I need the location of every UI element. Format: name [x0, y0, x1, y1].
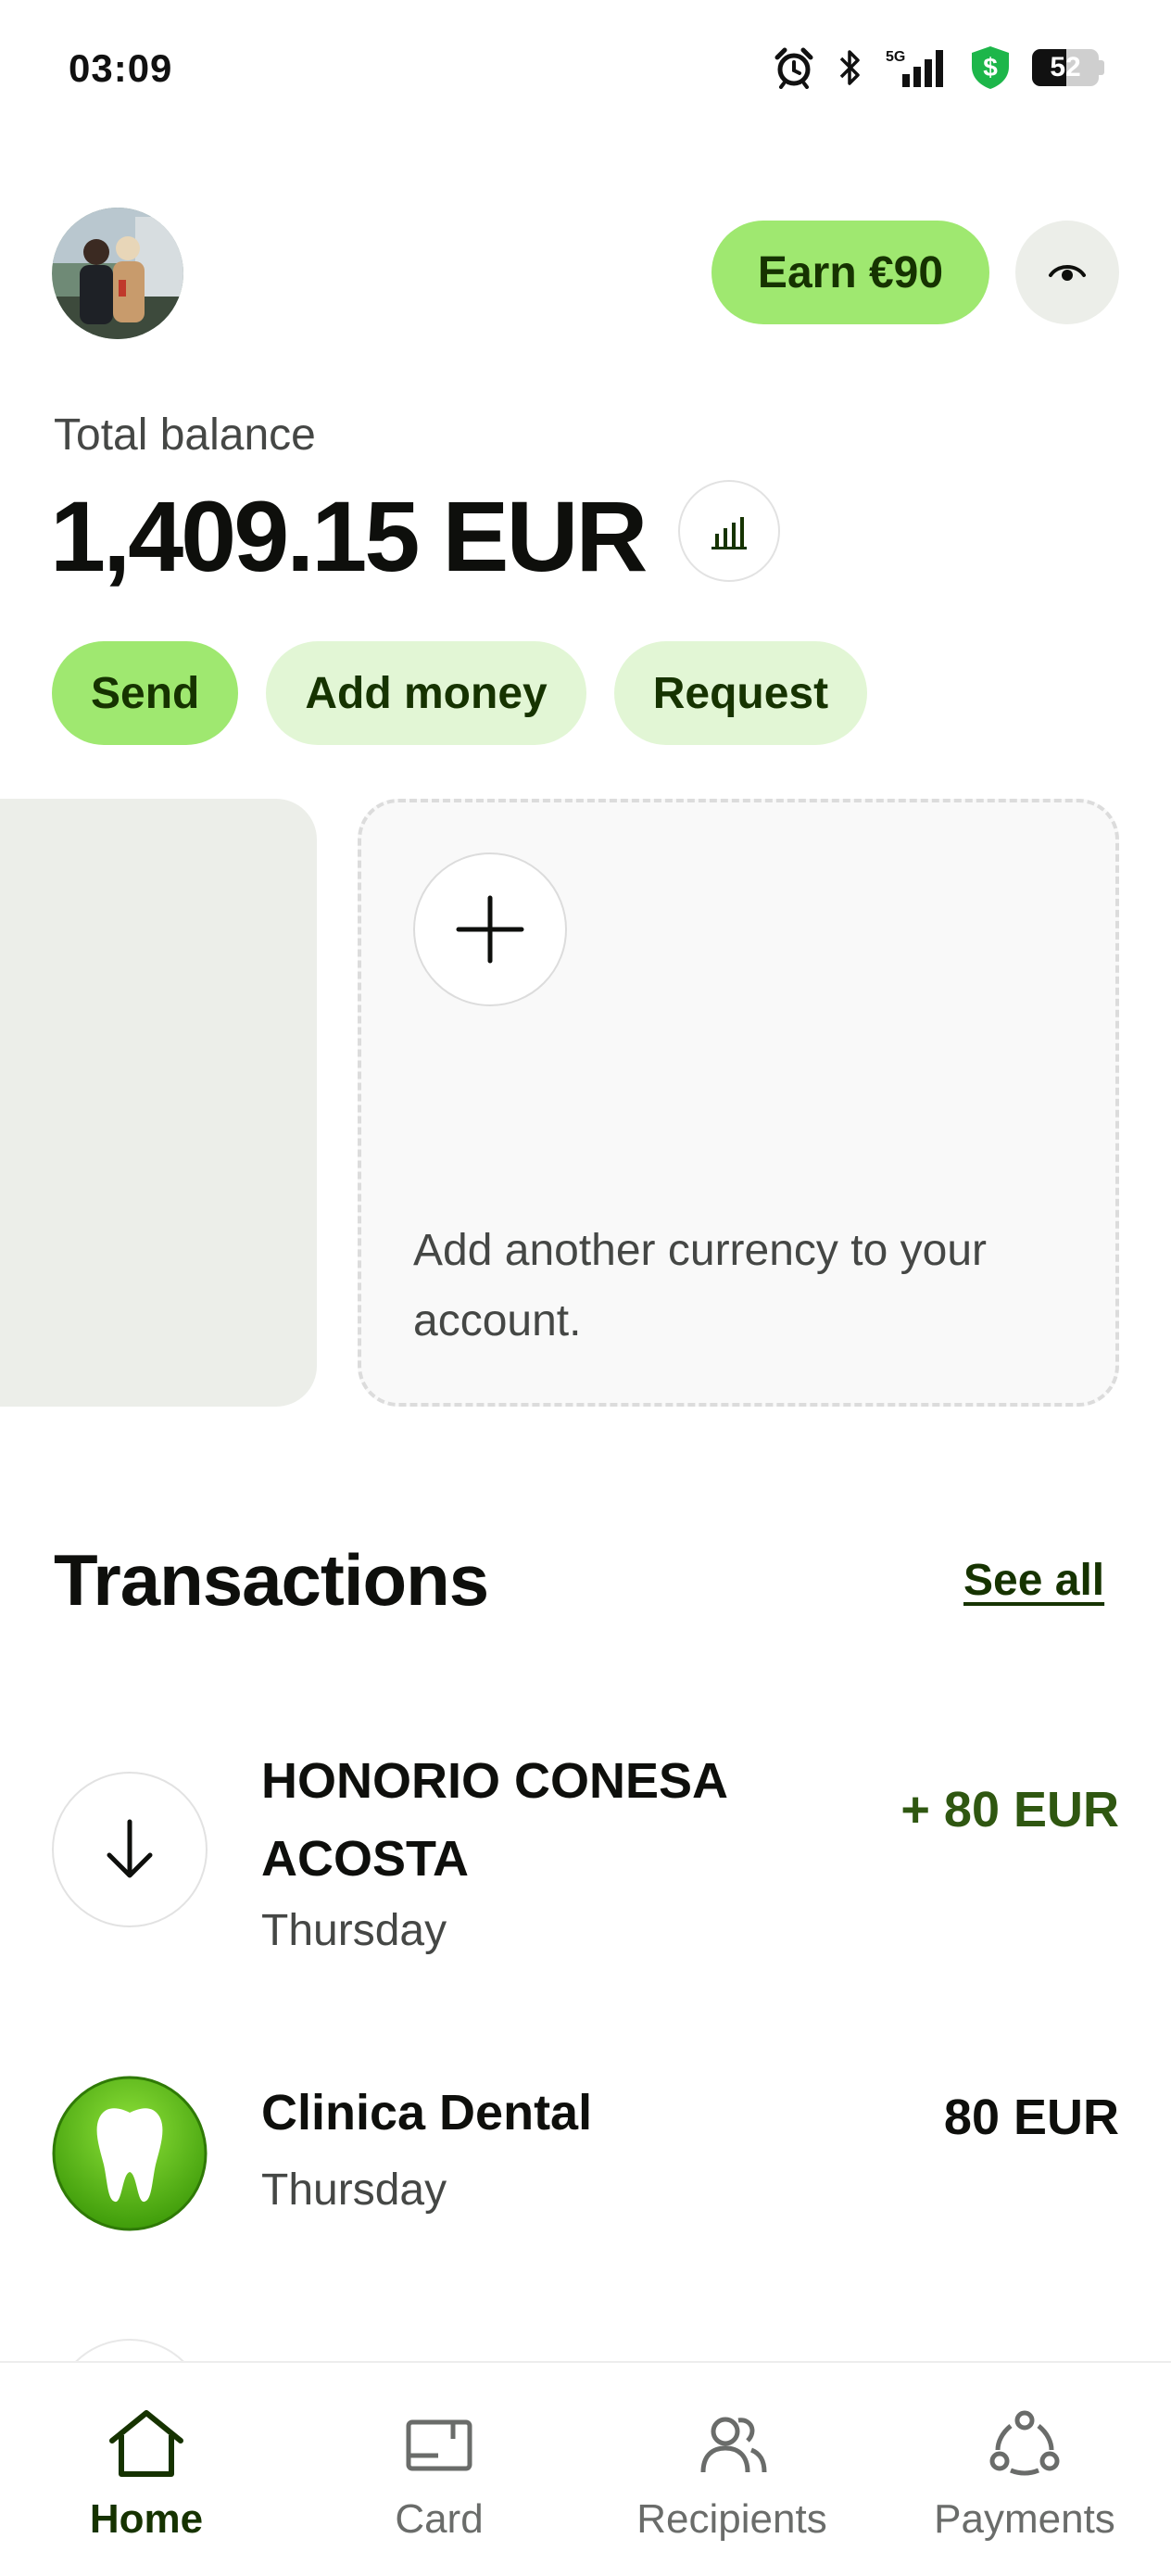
nav-card-label: Card	[395, 2496, 484, 2542]
earn-referral-button[interactable]: Earn €90	[711, 221, 989, 324]
signal-5g-icon: 5G	[886, 49, 943, 87]
transaction-row[interactable]: Clinica Dental Thursday 80 EUR	[0, 2076, 1171, 2242]
status-icons: 5G $ 52	[773, 43, 1104, 93]
nav-recipients[interactable]: Recipients	[586, 2363, 878, 2576]
transactions-title: Transactions	[54, 1539, 489, 1621]
balance-label: Total balance	[54, 410, 316, 460]
nav-recipients-label: Recipients	[636, 2496, 827, 2542]
profile-avatar[interactable]	[52, 208, 183, 339]
arrow-down-icon	[107, 1819, 153, 1878]
tooth-icon	[52, 2076, 208, 2231]
transaction-name: HONORIO CONESA ACOSTA	[261, 1753, 727, 1887]
see-all-link[interactable]: See all	[963, 1555, 1104, 1606]
transaction-amount: 80 EUR	[943, 2090, 1119, 2145]
currency-card-eur[interactable]	[0, 799, 317, 1407]
transaction-name: Clinica Dental	[261, 2085, 593, 2140]
svg-text:$: $	[983, 53, 998, 82]
request-button[interactable]: Request	[613, 641, 868, 745]
send-button[interactable]: Send	[52, 641, 239, 745]
transaction-amount: + 80 EUR	[900, 1782, 1119, 1837]
card-icon	[406, 2419, 472, 2471]
merchant-logo	[52, 2076, 208, 2231]
transaction-date: Thursday	[261, 2166, 447, 2215]
svg-text:5G: 5G	[886, 49, 905, 65]
transaction-date: Thursday	[261, 1906, 447, 1955]
battery-level: 52	[1050, 52, 1081, 82]
vpn-shield-icon: $	[972, 46, 1009, 89]
transaction-row[interactable]: HONORIO CONESA ACOSTA Thursday + 80 EUR	[0, 1742, 1171, 1974]
bluetooth-icon	[839, 50, 860, 85]
battery-icon: 52	[1032, 49, 1104, 86]
add-currency-plus-button[interactable]	[413, 852, 567, 1006]
hide-balance-button[interactable]	[1015, 221, 1119, 324]
bottom-navigation: Home Card Recipients Payments	[0, 2361, 1171, 2576]
add-money-button[interactable]: Add money	[266, 641, 586, 745]
status-bar: 03:09 5G $ 52	[0, 0, 1171, 139]
add-currency-card[interactable]: Add another currency to your account.	[358, 799, 1119, 1407]
balance-amount: 1,409.15 EUR	[50, 480, 648, 592]
nav-payments-label: Payments	[934, 2496, 1115, 2542]
nav-home[interactable]: Home	[0, 2363, 293, 2576]
status-time: 03:09	[69, 46, 173, 90]
incoming-transfer-badge	[52, 1772, 208, 1927]
insights-button[interactable]	[678, 480, 780, 582]
payments-icon	[989, 2410, 1060, 2476]
add-currency-text: Add another currency to your account.	[413, 1226, 988, 1345]
nav-home-label: Home	[89, 2496, 204, 2542]
recipients-icon	[700, 2417, 767, 2473]
alarm-icon	[774, 47, 813, 89]
plus-icon	[456, 895, 524, 964]
home-icon	[109, 2410, 183, 2477]
bar-chart-icon	[711, 517, 747, 549]
eye-icon	[1049, 265, 1086, 281]
nav-payments[interactable]: Payments	[878, 2363, 1171, 2576]
action-buttons: Send Add money Request	[52, 641, 868, 745]
nav-card[interactable]: Card	[293, 2363, 586, 2576]
